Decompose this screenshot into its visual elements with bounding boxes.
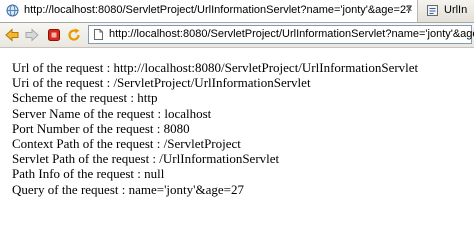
query-string-line: Query of the request : name='jonty'&age=… (12, 181, 244, 197)
stop-icon[interactable] (46, 27, 62, 43)
forward-arrow-icon[interactable] (24, 27, 40, 43)
tab-title: UrlIn (444, 4, 468, 16)
context-path-line: Context Path of the request : /ServletPr… (12, 136, 241, 152)
servlet-path-line: Servlet Path of the request : /UrlInform… (12, 151, 280, 167)
tab-bar: http://localhost:8080/ServletProject/Url… (0, 0, 474, 23)
refresh-icon[interactable] (66, 27, 82, 43)
request-uri-line: Uri of the request : /ServletProject/Url… (12, 75, 311, 91)
address-bar[interactable]: http://localhost:8080/ServletProject/Url… (88, 25, 474, 44)
globe-icon (6, 4, 19, 17)
back-arrow-icon[interactable] (4, 27, 20, 43)
path-info-line: Path Info of the request : null (12, 166, 165, 182)
scheme-line: Scheme of the request : http (12, 90, 158, 106)
navigation-toolbar: http://localhost:8080/ServletProject/Url… (0, 23, 474, 48)
tab-active[interactable]: http://localhost:8080/ServletProject/Url… (0, 0, 418, 22)
tab-inactive[interactable]: UrlIn (420, 0, 474, 22)
address-input[interactable]: http://localhost:8080/ServletProject/Url… (109, 28, 474, 40)
page-content: Url of the request : http://localhost:80… (12, 60, 418, 197)
close-icon[interactable]: ✕ (402, 3, 416, 17)
server-name-line: Server Name of the request : localhost (12, 105, 212, 121)
request-url-line: Url of the request : http://localhost:80… (12, 60, 419, 75)
tab-title: http://localhost:8080/ServletProject/Url… (24, 4, 413, 16)
java-doc-icon (427, 5, 438, 16)
port-number-line: Port Number of the request : 8080 (12, 120, 190, 136)
page-icon (94, 29, 103, 40)
